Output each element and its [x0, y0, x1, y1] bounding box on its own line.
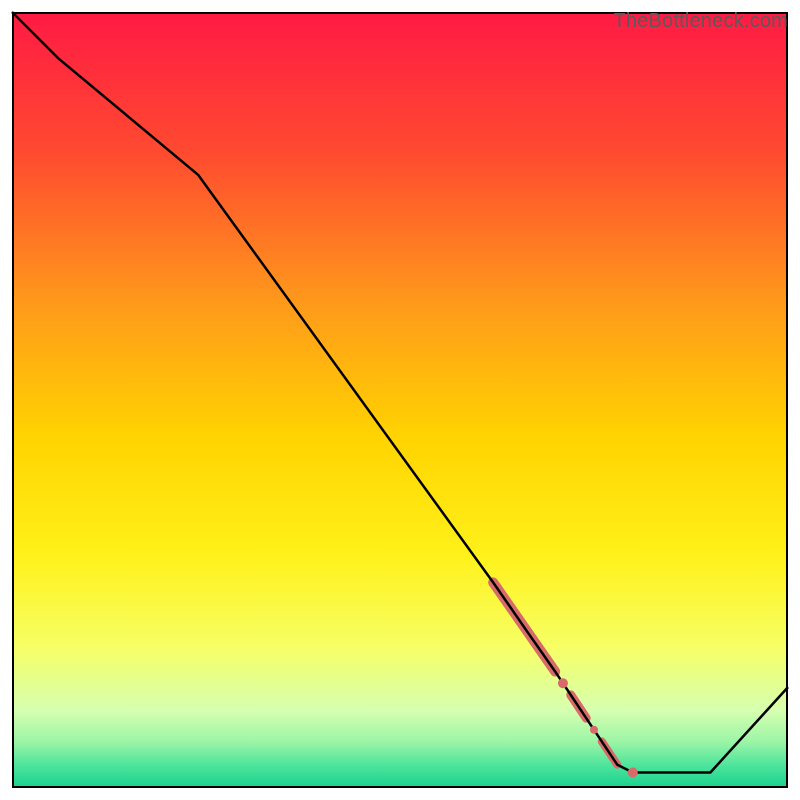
bottleneck-curve	[12, 12, 788, 772]
highlight-point	[590, 726, 598, 734]
highlight-point	[628, 767, 638, 777]
watermark-text: TheBottleneck.com	[613, 10, 788, 33]
highlight-point	[558, 678, 568, 688]
plot-area: TheBottleneck.com	[12, 12, 788, 788]
chart-lines	[12, 12, 788, 788]
chart-container: TheBottleneck.com	[0, 0, 800, 800]
